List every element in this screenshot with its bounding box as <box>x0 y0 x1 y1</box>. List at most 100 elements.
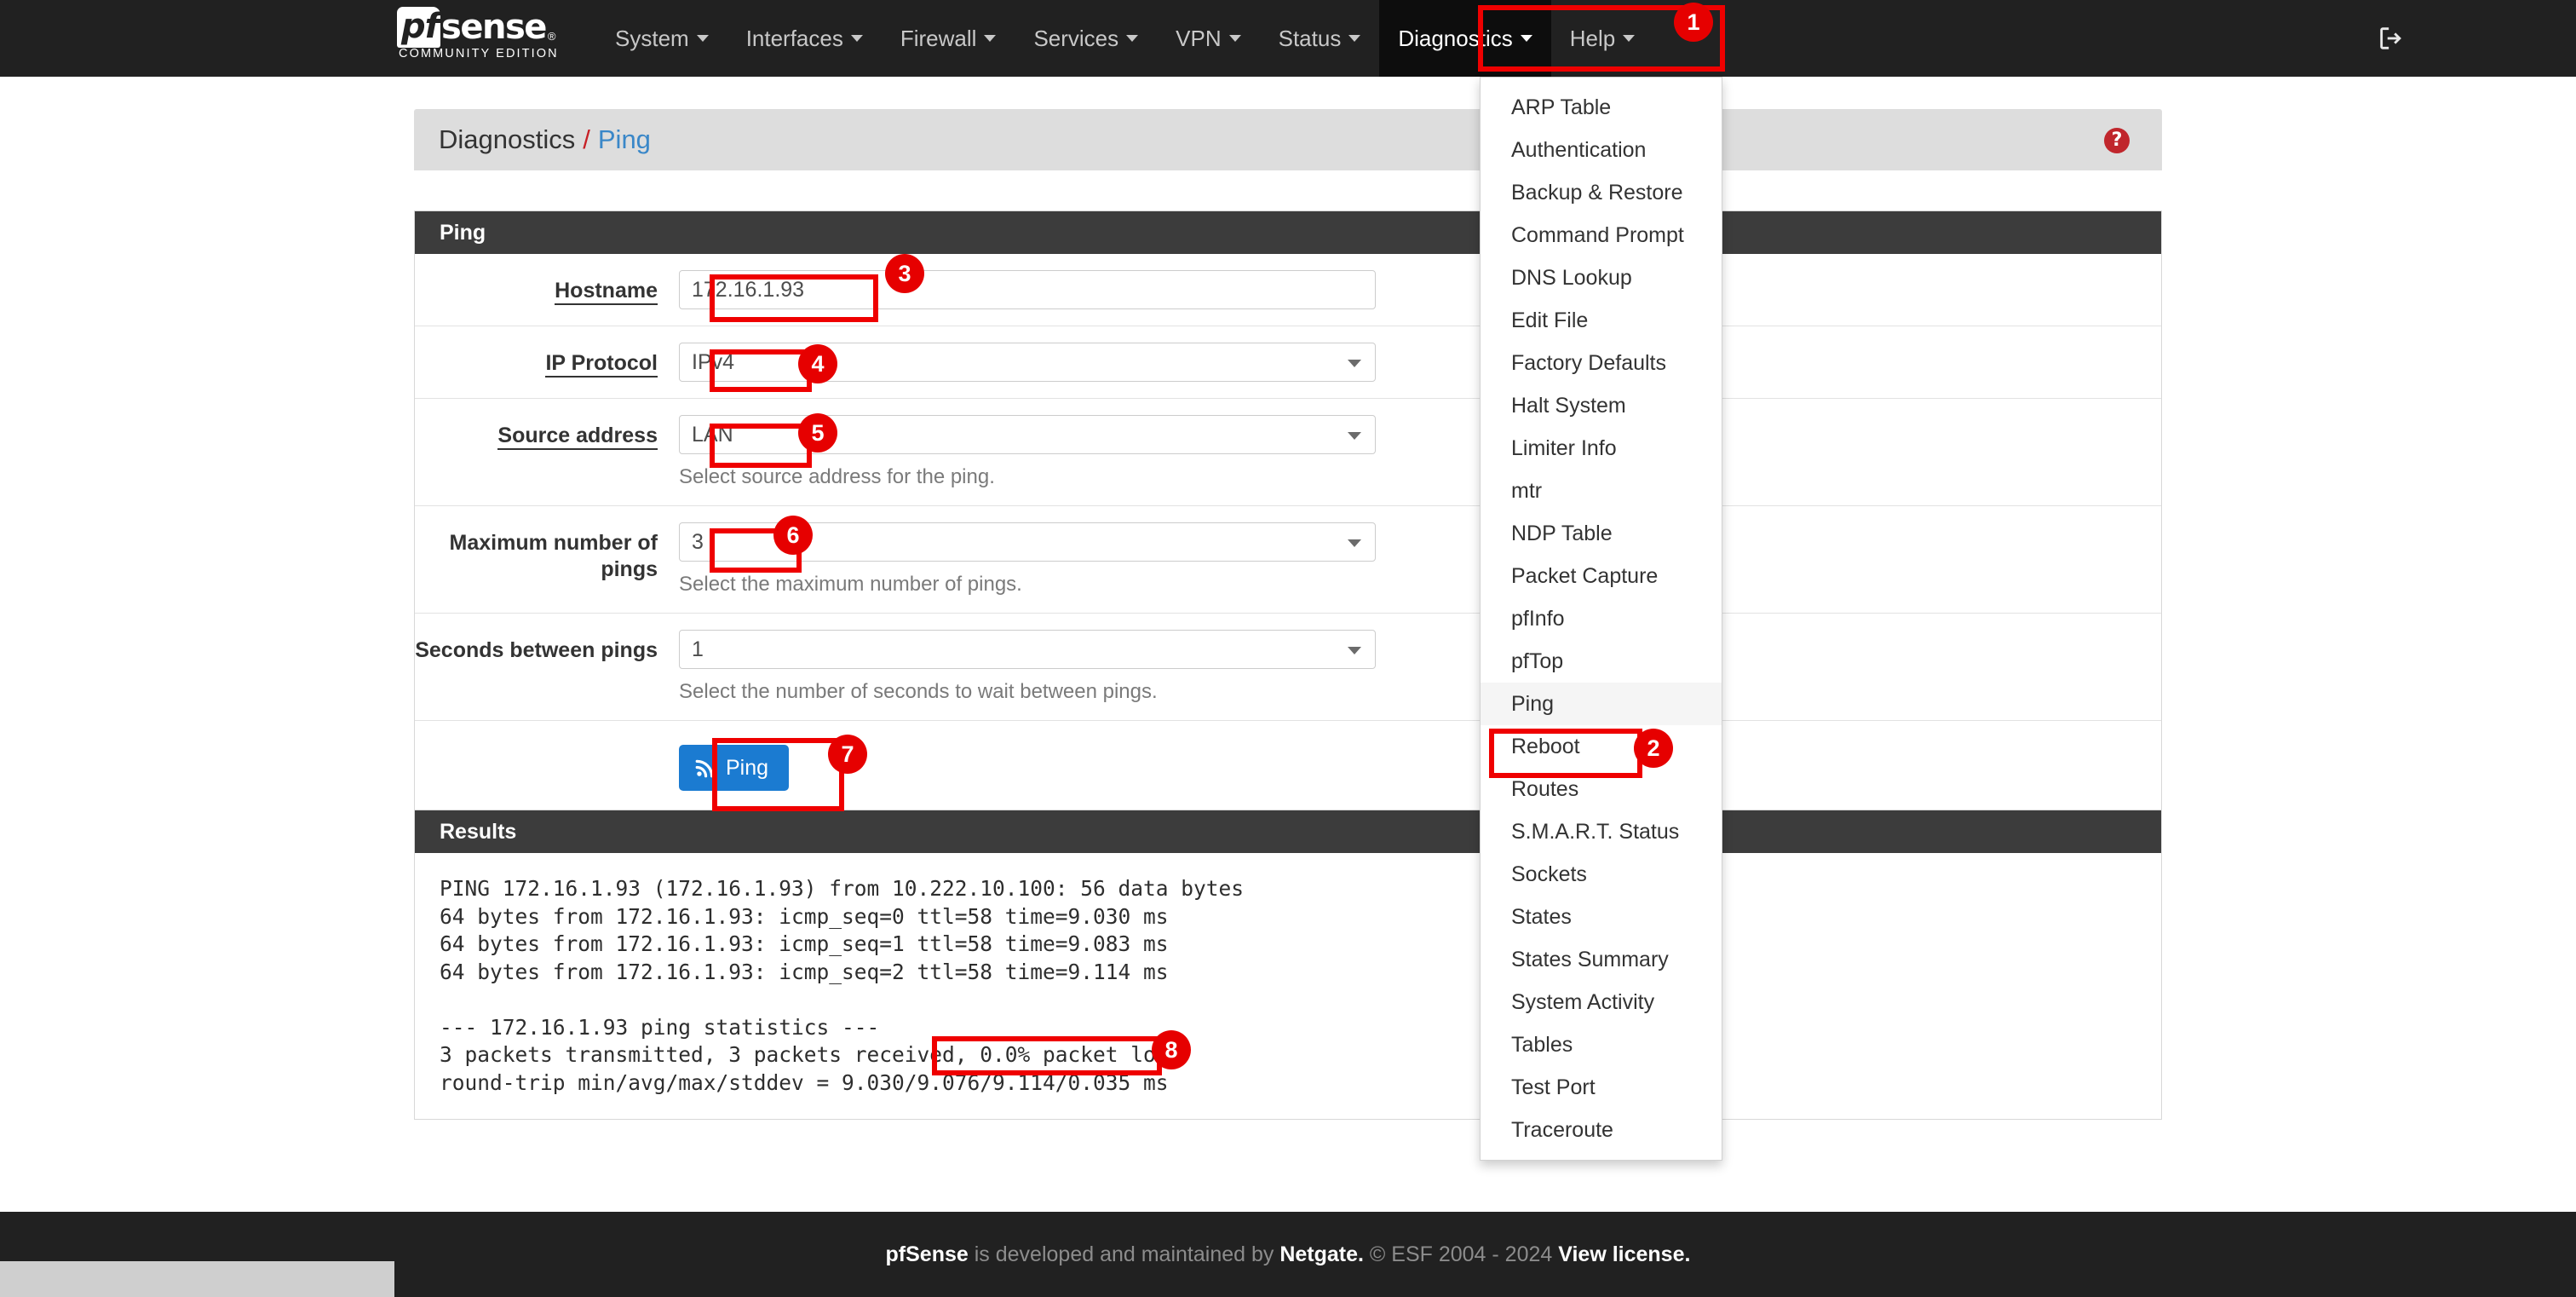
taskbar-strip <box>0 1261 394 1297</box>
source-address-label: Source address <box>415 399 679 505</box>
menu-item-reboot[interactable]: Reboot <box>1481 725 1722 768</box>
menu-item-limiter-info[interactable]: Limiter Info <box>1481 427 1722 470</box>
menu-item-pfinfo[interactable]: pfInfo <box>1481 597 1722 640</box>
pfsense-logo[interactable]: pf sense ® COMMUNITY EDITION <box>397 7 559 61</box>
ping-output-line: --- 172.16.1.93 ping statistics --- <box>440 1014 880 1040</box>
help-icon[interactable]: ? <box>2104 128 2130 153</box>
menu-item-test-port[interactable]: Test Port <box>1481 1066 1722 1109</box>
nav-menu: System Interfaces Firewall Services VPN … <box>596 0 1653 77</box>
seconds-between-help: Select the number of seconds to wait bet… <box>679 680 1158 703</box>
logo-sense-text: sense <box>441 8 547 47</box>
max-pings-label: Maximum number of pings <box>449 531 658 582</box>
nav-item-system[interactable]: System <box>596 0 727 77</box>
nav-item-firewall[interactable]: Firewall <box>882 0 1015 77</box>
ip-protocol-value: IPv4 <box>692 349 735 374</box>
nav-item-interfaces[interactable]: Interfaces <box>727 0 882 77</box>
chevron-down-icon <box>696 35 709 42</box>
footer-license-link[interactable]: View license. <box>1558 1242 1690 1266</box>
diagnostics-dropdown-menu: ARP Table Authentication Backup & Restor… <box>1480 77 1722 1161</box>
annotation-badge-2: 2 <box>1634 729 1673 768</box>
breadcrumb-parent[interactable]: Diagnostics <box>439 124 575 155</box>
menu-item-halt-system[interactable]: Halt System <box>1481 384 1722 427</box>
annotation-badge-3: 3 <box>885 254 924 293</box>
menu-item-sockets[interactable]: Sockets <box>1481 853 1722 896</box>
source-address-select[interactable]: LAN <box>679 415 1376 454</box>
chevron-down-icon <box>1348 647 1361 654</box>
ping-submit-button[interactable]: Ping <box>679 745 790 791</box>
menu-item-traceroute[interactable]: Traceroute <box>1481 1109 1722 1151</box>
menu-item-authentication[interactable]: Authentication <box>1481 129 1722 171</box>
menu-item-ping[interactable]: Ping <box>1481 683 1722 725</box>
menu-item-states[interactable]: States <box>1481 896 1722 938</box>
nav-label: VPN <box>1176 25 1222 51</box>
ping-output-blank <box>440 986 2161 1014</box>
chevron-down-icon <box>1520 35 1532 42</box>
nav-item-services[interactable]: Services <box>1015 0 1157 77</box>
menu-item-edit-file[interactable]: Edit File <box>1481 299 1722 342</box>
footer-netgate-link[interactable]: Netgate. <box>1279 1242 1364 1266</box>
breadcrumb-bar: Diagnostics / Ping ? <box>414 109 2162 170</box>
menu-item-ndp-table[interactable]: NDP Table <box>1481 512 1722 555</box>
logo-wordmark: pf sense ® <box>397 7 556 48</box>
source-address-help: Select source address for the ping. <box>679 465 995 488</box>
field-row-submit: Ping <box>415 721 2161 815</box>
footer-copyright: © ESF 2004 - 2024 <box>1363 1242 1559 1266</box>
menu-item-mtr[interactable]: mtr <box>1481 470 1722 512</box>
nav-label: Firewall <box>900 25 977 51</box>
ping-output-line: 3 packets transmitted, 3 packets receive… <box>440 1042 1182 1067</box>
annotation-badge-6: 6 <box>773 516 813 555</box>
submit-control: Ping <box>679 721 2161 815</box>
source-address-value: LAN <box>692 422 733 447</box>
menu-item-tables[interactable]: Tables <box>1481 1023 1722 1066</box>
nav-label: Status <box>1278 25 1342 51</box>
seconds-between-select[interactable]: 1 <box>679 630 1376 669</box>
annotation-badge-7: 7 <box>828 735 867 774</box>
footer-brand: pfSense <box>885 1242 969 1266</box>
hostname-input[interactable] <box>679 270 1376 309</box>
menu-item-packet-capture[interactable]: Packet Capture <box>1481 555 1722 597</box>
menu-item-system-activity[interactable]: System Activity <box>1481 981 1722 1023</box>
menu-item-states-summary[interactable]: States Summary <box>1481 938 1722 981</box>
ping-output-line: 64 bytes from 172.16.1.93: icmp_seq=1 tt… <box>440 931 1169 956</box>
signal-icon <box>695 759 714 778</box>
chevron-down-icon <box>1348 35 1361 42</box>
annotation-badge-1: 1 <box>1674 3 1713 42</box>
registered-mark-icon: ® <box>547 30 556 43</box>
menu-item-routes[interactable]: Routes <box>1481 768 1722 810</box>
menu-item-backup-restore[interactable]: Backup & Restore <box>1481 171 1722 214</box>
nav-label: Interfaces <box>745 25 843 51</box>
nav-label: System <box>615 25 689 51</box>
seconds-between-control: 1 Select the number of seconds to wait b… <box>679 614 2161 720</box>
ip-protocol-select[interactable]: IPv4 <box>679 343 1376 382</box>
max-pings-help: Select the maximum number of pings. <box>679 573 1022 596</box>
menu-item-command-prompt[interactable]: Command Prompt <box>1481 214 1722 257</box>
chevron-down-icon <box>1348 539 1361 547</box>
nav-item-diagnostics[interactable]: Diagnostics <box>1379 0 1551 77</box>
menu-item-dns-lookup[interactable]: DNS Lookup <box>1481 257 1722 299</box>
nav-label: Help <box>1569 25 1616 51</box>
chevron-down-icon <box>1348 360 1361 367</box>
nav-item-status[interactable]: Status <box>1260 0 1380 77</box>
max-pings-value: 3 <box>692 529 704 554</box>
menu-item-pftop[interactable]: pfTop <box>1481 640 1722 683</box>
hostname-label: Hostname <box>415 254 679 326</box>
logout-icon[interactable] <box>2377 24 2406 53</box>
breadcrumb-separator: / <box>583 124 590 154</box>
logo-subtitle: COMMUNITY EDITION <box>399 47 559 61</box>
max-pings-control: 3 Select the maximum number of pings. <box>679 506 2161 613</box>
ping-output-line: PING 172.16.1.93 (172.16.1.93) from 10.2… <box>440 876 1245 901</box>
ip-protocol-control: IPv4 <box>679 326 2161 398</box>
menu-item-factory-defaults[interactable]: Factory Defaults <box>1481 342 1722 384</box>
ping-submit-label: Ping <box>726 755 769 780</box>
ping-form-panel: Ping Hostname IP Protocol IPv4 Source <box>414 210 2162 816</box>
breadcrumb-current[interactable]: Ping <box>598 124 651 155</box>
nav-item-vpn[interactable]: VPN <box>1157 0 1259 77</box>
top-navbar: pf sense ® COMMUNITY EDITION System Inte… <box>0 0 2576 77</box>
footer-mid: is developed and maintained by <box>968 1242 1280 1266</box>
chevron-down-icon <box>1623 35 1636 42</box>
menu-item-arp-table[interactable]: ARP Table <box>1481 86 1722 129</box>
pfsense-ping-page: pf sense ® COMMUNITY EDITION System Inte… <box>0 0 2576 1297</box>
menu-item-smart-status[interactable]: S.M.A.R.T. Status <box>1481 810 1722 853</box>
nav-item-help[interactable]: Help <box>1551 0 1653 77</box>
source-address-control: LAN Select source address for the ping. <box>679 399 2161 505</box>
